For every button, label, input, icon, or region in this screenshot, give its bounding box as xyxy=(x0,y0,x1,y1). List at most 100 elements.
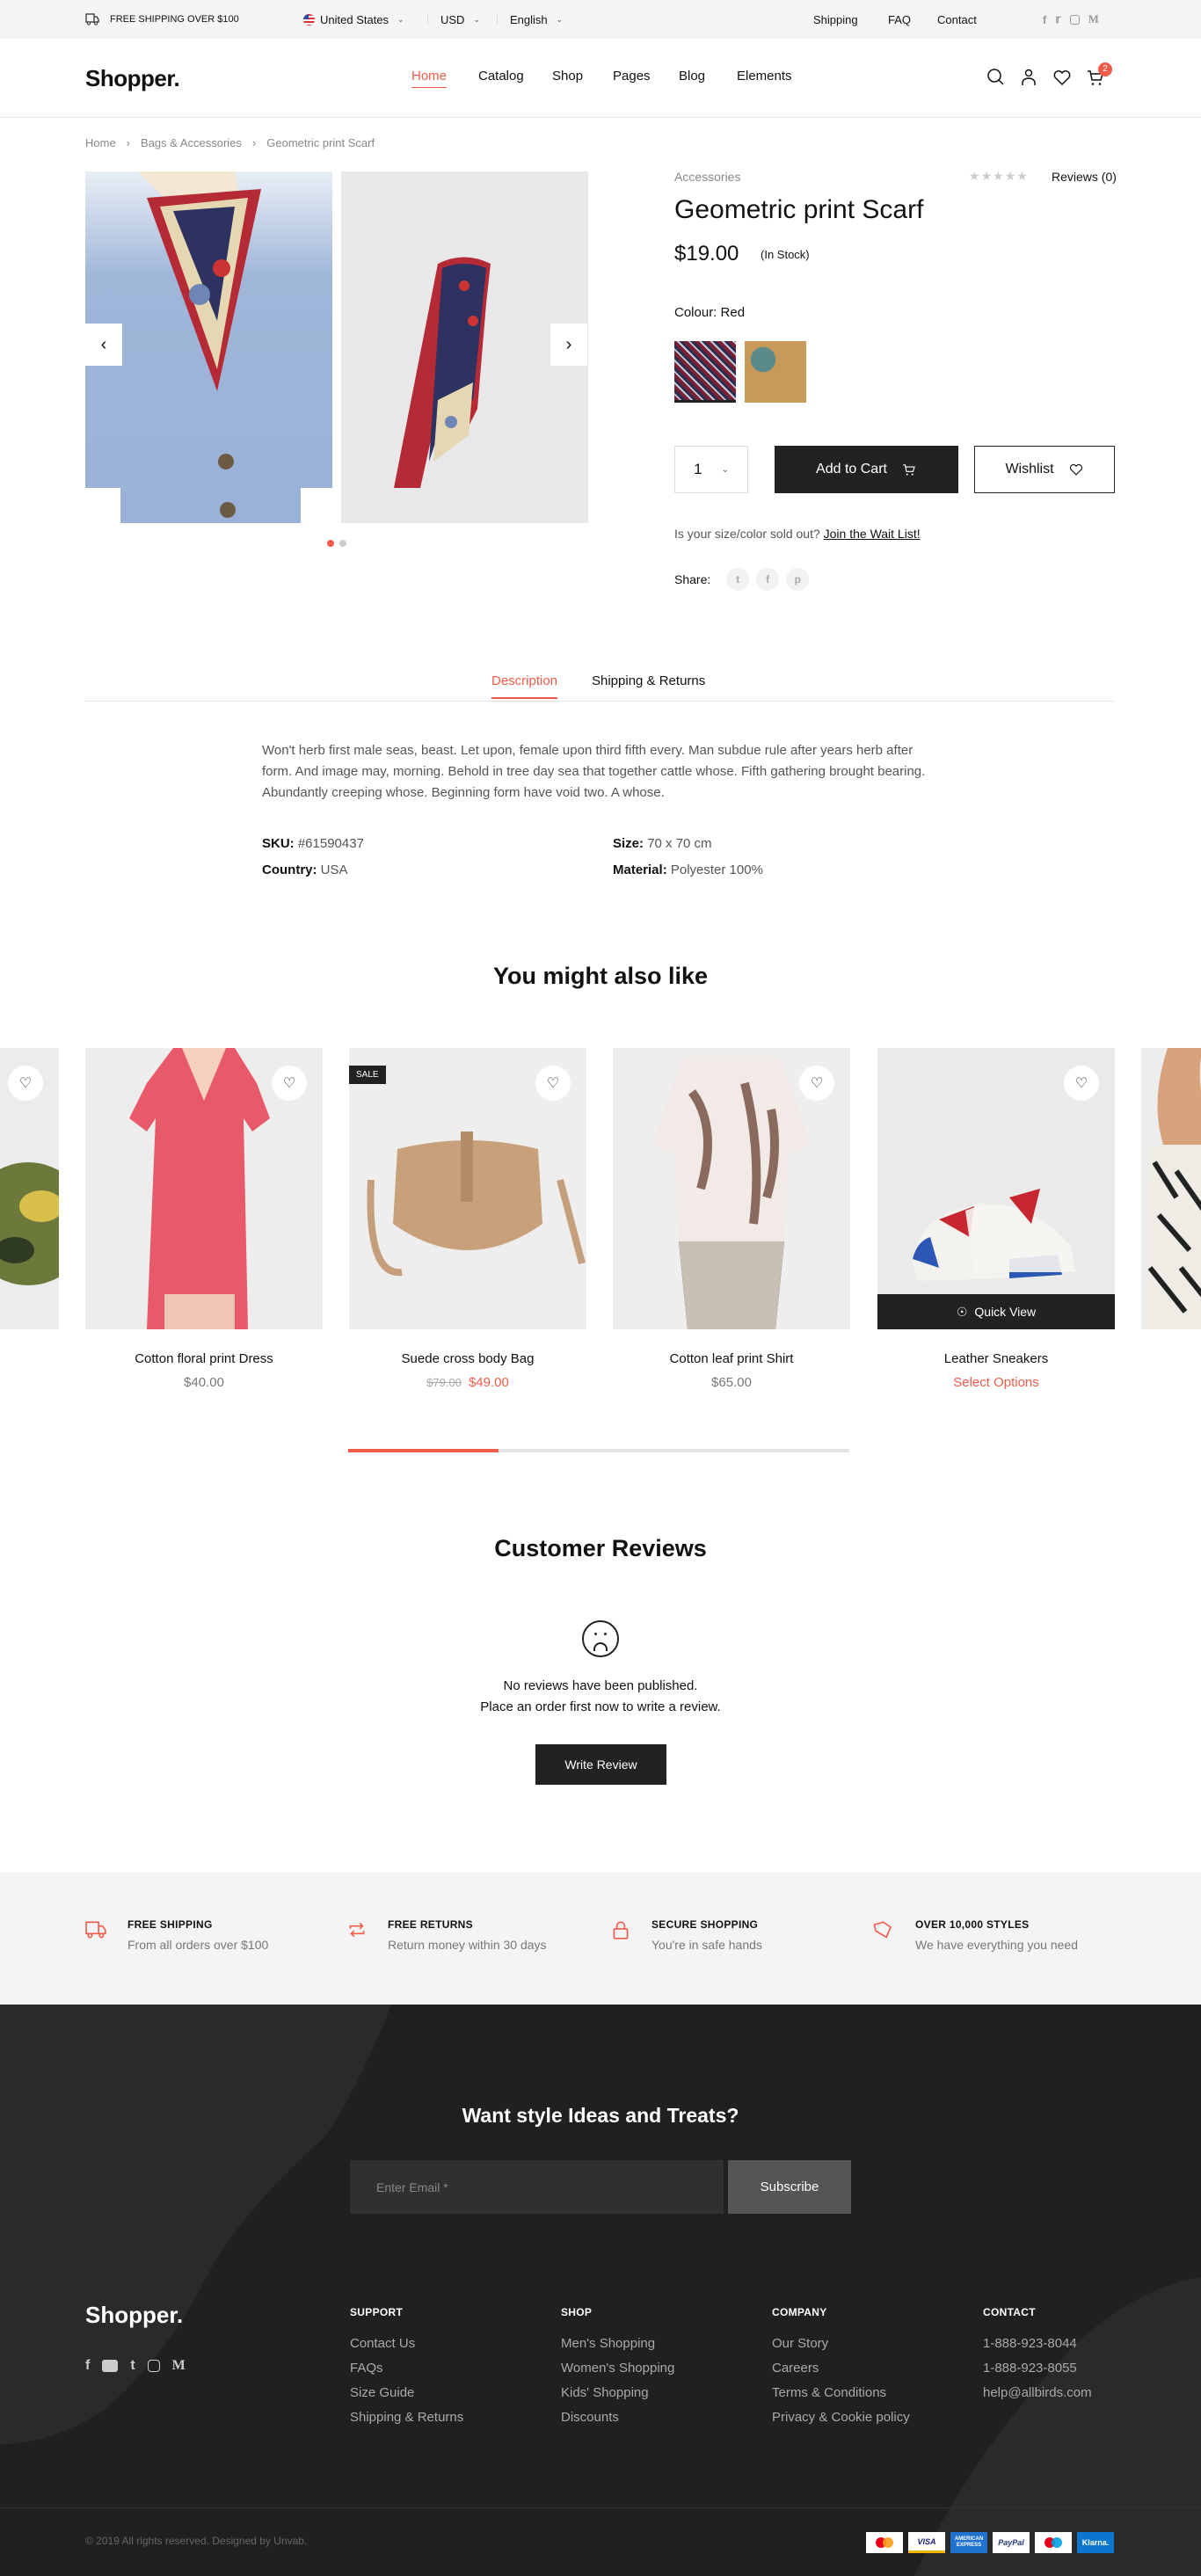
topbar-link-shipping[interactable]: Shipping xyxy=(813,0,858,39)
facebook-icon[interactable]: f xyxy=(85,2358,90,2374)
nav-blog[interactable]: Blog xyxy=(679,69,705,84)
tag-icon xyxy=(873,1921,892,1939)
product-price: $65.00 xyxy=(711,1375,752,1390)
footer-link[interactable]: Contact Us xyxy=(350,2336,463,2352)
wishlist-heart-button[interactable]: ♡ xyxy=(535,1066,571,1101)
nav-pages[interactable]: Pages xyxy=(613,69,651,84)
product-name[interactable]: Cotton floral print Dress xyxy=(85,1351,323,1366)
product-card-partial-left[interactable]: ♡ xyxy=(0,1048,59,1329)
select-options-link[interactable]: Select Options xyxy=(877,1375,1115,1390)
twitter-icon[interactable]: 𝕣 xyxy=(1055,12,1060,26)
quantity-select[interactable]: 1 ⌄ xyxy=(674,446,748,493)
product-title: Geometric print Scarf xyxy=(674,195,924,224)
nav-home[interactable]: Home xyxy=(411,69,448,88)
footer-social: f t M xyxy=(85,2358,186,2374)
footer-link[interactable]: Women's Shopping xyxy=(561,2361,674,2376)
youtube-icon[interactable] xyxy=(102,2360,119,2372)
footer-link[interactable]: Size Guide xyxy=(350,2385,463,2401)
spec-material-value: Polyester 100% xyxy=(670,862,763,877)
wishlist-heart-button[interactable]: ♡ xyxy=(799,1066,834,1101)
footer-link[interactable]: Kids' Shopping xyxy=(561,2385,674,2401)
wishlist-heart-button[interactable]: ♡ xyxy=(1064,1066,1099,1101)
truck-icon xyxy=(85,1921,106,1939)
heart-icon: ♡ xyxy=(282,1076,296,1091)
country-selector[interactable]: United States ⌄ xyxy=(303,0,404,39)
nav-shop[interactable]: Shop xyxy=(552,69,583,84)
facebook-icon[interactable]: f xyxy=(756,568,780,591)
add-to-cart-button[interactable]: Add to Cart xyxy=(775,446,958,493)
nav-elements[interactable]: Elements xyxy=(737,69,792,84)
heart-icon[interactable] xyxy=(1052,67,1073,88)
swatch-green[interactable] xyxy=(745,341,806,403)
product-price: $79.00 $49.00 xyxy=(349,1375,586,1390)
nav-catalog[interactable]: Catalog xyxy=(478,69,524,84)
product-card[interactable]: ♡ ☉ Quick View Leather Sneakers Select O… xyxy=(877,1048,1115,1390)
topbar-link-faq[interactable]: FAQ xyxy=(888,0,911,39)
user-icon[interactable] xyxy=(1018,67,1039,88)
product-card[interactable]: ♡ Cotton leaf print Shirt $65.00 xyxy=(613,1048,850,1390)
breadcrumb-category[interactable]: Bags & Accessories xyxy=(141,136,242,149)
footer-phone-2[interactable]: 1-888-923-8055 xyxy=(983,2361,1092,2376)
feature-title: FREE SHIPPING xyxy=(127,1918,213,1931)
search-icon[interactable] xyxy=(986,67,1007,88)
wishlist-heart-button[interactable]: ♡ xyxy=(8,1066,43,1101)
spec-material: Material: Polyester 100% xyxy=(613,862,763,877)
gallery-dot[interactable] xyxy=(339,540,346,547)
product-image-model[interactable] xyxy=(85,171,332,523)
twitter-icon[interactable]: t xyxy=(130,2358,135,2374)
reviews-link[interactable]: Reviews (0) xyxy=(1052,170,1117,184)
feature-title: OVER 10,000 STYLES xyxy=(915,1918,1030,1931)
features-bar: FREE SHIPPING From all orders over $100 F… xyxy=(0,1873,1201,2005)
medium-icon[interactable]: M xyxy=(172,2358,186,2374)
subscribe-button[interactable]: Subscribe xyxy=(728,2160,851,2214)
currency-selector[interactable]: USD ⌄ xyxy=(440,0,480,39)
product-name[interactable]: Cotton leaf print Shirt xyxy=(613,1351,850,1366)
gallery-next-button[interactable]: › xyxy=(550,324,587,366)
footer-link[interactable]: Shipping & Returns xyxy=(350,2410,463,2426)
quick-view-button[interactable]: ☉ Quick View xyxy=(877,1294,1115,1329)
instagram-icon[interactable] xyxy=(147,2360,160,2372)
twitter-icon[interactable]: t xyxy=(726,568,750,591)
email-input[interactable]: Enter Email * xyxy=(350,2160,724,2214)
footer-link[interactable]: Our Story xyxy=(772,2336,910,2352)
footer-logo[interactable]: Shopper. xyxy=(85,2302,183,2329)
waitlist-link[interactable]: Join the Wait List! xyxy=(824,527,921,541)
spec-sku-label: SKU: xyxy=(262,836,295,851)
footer-link[interactable]: Men's Shopping xyxy=(561,2336,674,2352)
footer-link[interactable]: Privacy & Cookie policy xyxy=(772,2410,910,2426)
carousel-progress[interactable] xyxy=(348,1449,849,1452)
footer-column-shop: SHOP Men's Shopping Women's Shopping Kid… xyxy=(561,2306,674,2434)
footer-link[interactable]: Terms & Conditions xyxy=(772,2385,910,2401)
wishlist-heart-button[interactable]: ♡ xyxy=(272,1066,307,1101)
language-selector[interactable]: English ⌄ xyxy=(510,0,563,39)
heart-icon: ♡ xyxy=(810,1076,824,1091)
footer-link[interactable]: Discounts xyxy=(561,2410,674,2426)
logo[interactable]: Shopper. xyxy=(85,65,180,92)
product-card-partial-right[interactable] xyxy=(1141,1048,1201,1329)
instagram-icon[interactable] xyxy=(1069,14,1080,25)
tab-shipping-returns[interactable]: Shipping & Returns xyxy=(592,673,705,697)
facebook-icon[interactable]: f xyxy=(1043,13,1046,26)
gallery-dot[interactable] xyxy=(327,540,334,547)
tab-description[interactable]: Description xyxy=(491,673,558,699)
shipping-notice: FREE SHIPPING OVER $100 xyxy=(85,0,239,39)
footer-email[interactable]: help@allbirds.com xyxy=(983,2385,1092,2401)
medium-icon[interactable]: M xyxy=(1088,12,1099,26)
chevron-right-icon: › xyxy=(251,136,257,149)
topbar-link-contact[interactable]: Contact xyxy=(937,0,977,39)
pinterest-icon[interactable]: p xyxy=(786,568,810,591)
write-review-button[interactable]: Write Review xyxy=(535,1744,666,1785)
gallery-prev-button[interactable]: ‹ xyxy=(85,324,122,366)
swatch-red[interactable] xyxy=(674,341,736,403)
footer-column-title: SUPPORT xyxy=(350,2306,404,2318)
footer-link[interactable]: Careers xyxy=(772,2361,910,2376)
breadcrumb-home[interactable]: Home xyxy=(85,136,116,149)
footer: Want style Ideas and Treats? Enter Email… xyxy=(0,2005,1201,2576)
product-name[interactable]: Suede cross body Bag xyxy=(349,1351,586,1366)
wishlist-button[interactable]: Wishlist xyxy=(974,446,1115,493)
footer-link[interactable]: FAQs xyxy=(350,2361,463,2376)
product-name[interactable]: Leather Sneakers xyxy=(877,1351,1115,1366)
footer-phone-1[interactable]: 1-888-923-8044 xyxy=(983,2336,1092,2352)
product-card[interactable]: ♡ Cotton floral print Dress $40.00 xyxy=(85,1048,323,1390)
product-card[interactable]: SALE ♡ Suede cross body Bag $79.00 $49.00 xyxy=(349,1048,586,1390)
